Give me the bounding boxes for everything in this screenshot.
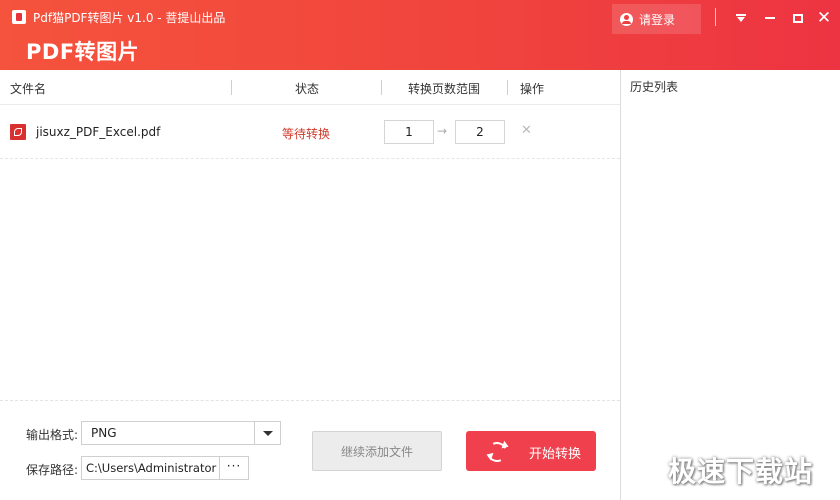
login-label: 请登录	[639, 12, 676, 27]
table-header: 文件名 状态 转换页数范围 操作	[0, 70, 620, 105]
close-icon: ✕	[816, 7, 832, 28]
add-files-button[interactable]: 继续添加文件	[312, 431, 442, 471]
login-button[interactable]: 请登录	[612, 4, 701, 34]
start-convert-label: 开始转换	[529, 447, 582, 462]
maximize-icon	[793, 13, 803, 23]
titlebar-separator	[715, 8, 716, 26]
delete-icon[interactable]: ✕	[521, 123, 532, 138]
column-header-page-range: 转换页数范围	[408, 82, 481, 96]
file-list-pane: 文件名 状态 转换页数范围 操作 jisuxz_PDF_Excel.pdf 等待…	[0, 70, 620, 400]
refresh-icon	[484, 439, 510, 465]
column-header-action: 操作	[520, 82, 545, 96]
browse-button[interactable]: ···	[219, 456, 249, 480]
history-title: 历史列表	[630, 80, 679, 94]
watermark-logo: 极速下载站	[668, 455, 814, 488]
menu-button[interactable]	[729, 6, 753, 30]
app-heading: PDF转图片	[26, 40, 140, 64]
arrow-right-icon: →	[437, 124, 448, 138]
dropdown-divider	[254, 422, 255, 444]
close-button[interactable]: ✕	[812, 6, 836, 30]
column-header-status: 状态	[295, 82, 320, 96]
column-divider	[381, 80, 382, 95]
column-header-filename: 文件名	[10, 82, 47, 96]
maximize-button[interactable]	[786, 6, 810, 30]
app-logo-icon	[12, 10, 26, 24]
format-value: PNG	[91, 426, 117, 440]
column-divider	[231, 80, 232, 95]
minimize-button[interactable]	[758, 6, 782, 30]
page-to-input[interactable]	[455, 120, 505, 144]
settings-pane: 输出格式: PNG 保存路径: ··· 继续添加文件 开始转换	[0, 400, 620, 500]
add-files-label: 继续添加文件	[340, 444, 413, 459]
window-title: Pdf猫PDF转图片 v1.0 - 菩提山出品	[33, 11, 226, 25]
table-row: jisuxz_PDF_Excel.pdf 等待转换 → ✕	[0, 105, 620, 159]
start-convert-button[interactable]: 开始转换	[466, 431, 596, 471]
minimize-icon	[765, 17, 775, 19]
user-icon	[620, 12, 633, 26]
path-label: 保存路径:	[26, 463, 79, 477]
format-select[interactable]: PNG	[81, 421, 281, 445]
format-label: 输出格式:	[26, 428, 79, 442]
history-pane: 历史列表	[620, 70, 840, 500]
file-name: jisuxz_PDF_Excel.pdf	[36, 125, 161, 139]
pdf-file-icon	[10, 124, 26, 140]
chevron-down-icon	[263, 431, 273, 436]
column-divider	[507, 80, 508, 95]
page-from-input[interactable]	[384, 120, 434, 144]
save-path-input[interactable]	[81, 456, 220, 480]
menu-icon	[736, 14, 746, 22]
title-bar: Pdf猫PDF转图片 v1.0 - 菩提山出品 PDF转图片 请登录 ✕	[0, 0, 840, 70]
status-text: 等待转换	[282, 127, 331, 141]
